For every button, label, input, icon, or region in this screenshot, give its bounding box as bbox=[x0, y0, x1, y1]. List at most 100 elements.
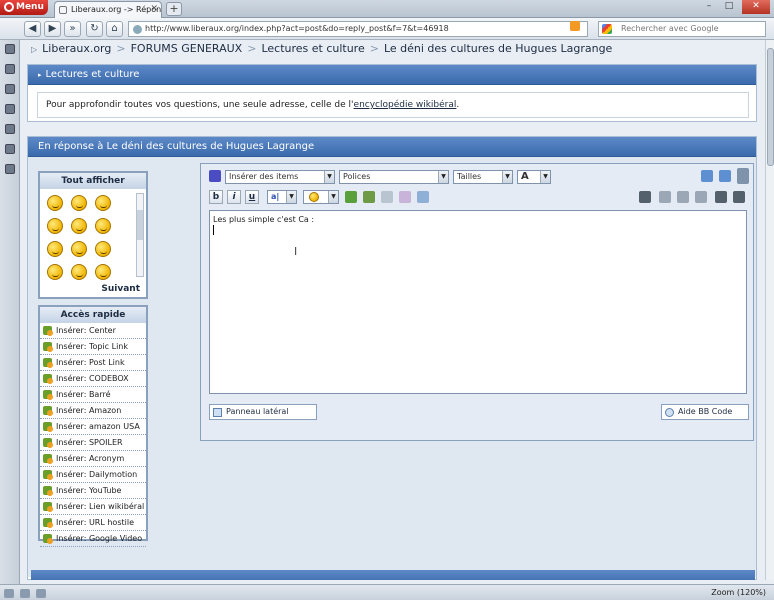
side-panel-button[interactable]: Panneau latéral bbox=[209, 404, 317, 420]
search-input[interactable]: Rechercher avec Google bbox=[598, 21, 766, 37]
unite-status-icon[interactable] bbox=[20, 589, 30, 598]
downloads-icon[interactable] bbox=[5, 124, 15, 134]
smiley-icon[interactable] bbox=[47, 218, 63, 234]
resize-icon[interactable] bbox=[737, 168, 749, 184]
add-panel-icon[interactable] bbox=[5, 164, 15, 174]
emoticon-scrollbar[interactable] bbox=[136, 193, 144, 277]
turbo-icon[interactable] bbox=[36, 589, 46, 598]
insert-tag-icon bbox=[43, 374, 53, 384]
insert-items-select[interactable]: Insérer des items ▼ bbox=[225, 170, 335, 184]
emoticon-grid bbox=[44, 193, 132, 285]
indent-icon[interactable] bbox=[639, 191, 651, 203]
ibeam-cursor-icon: I bbox=[294, 245, 298, 258]
bold-button[interactable]: b bbox=[209, 190, 223, 204]
history-icon[interactable] bbox=[5, 144, 15, 154]
forum-title[interactable]: Lectures et culture bbox=[46, 69, 140, 80]
redo-icon[interactable] bbox=[719, 170, 731, 182]
quick-access-item[interactable]: Insérer: Post Link bbox=[40, 355, 146, 371]
emoticon-select[interactable]: ▼ bbox=[303, 190, 339, 204]
widgets-icon[interactable] bbox=[5, 64, 15, 74]
smiley-icon[interactable] bbox=[47, 264, 63, 280]
quick-access-item[interactable]: Insérer: Google Video bbox=[40, 531, 146, 547]
quick-access-item[interactable]: Insérer: Topic Link bbox=[40, 339, 146, 355]
font-color-select[interactable]: A ▼ bbox=[517, 170, 551, 184]
new-tab-button[interactable]: + bbox=[166, 2, 182, 16]
smiley-icon[interactable] bbox=[71, 241, 87, 257]
insert-tag-icon bbox=[43, 470, 53, 480]
insert-tag-icon bbox=[43, 390, 53, 400]
address-bar[interactable]: http://www.liberaux.org/index.php?act=po… bbox=[128, 21, 588, 37]
quick-access-item[interactable]: Insérer: Center bbox=[40, 323, 146, 339]
smiley-icon[interactable] bbox=[95, 241, 111, 257]
smiley-icon[interactable] bbox=[95, 264, 111, 280]
smiley-icon[interactable] bbox=[95, 218, 111, 234]
breadcrumb-item-home[interactable]: Liberaux.org bbox=[42, 42, 111, 55]
quick-access-item[interactable]: Insérer: Acronym bbox=[40, 451, 146, 467]
reload-button[interactable]: ↻ bbox=[86, 21, 103, 37]
insert-tag-icon bbox=[43, 502, 53, 512]
fonts-select[interactable]: Polices ▼ bbox=[339, 170, 449, 184]
code-icon[interactable] bbox=[417, 191, 429, 203]
bullet-list-icon[interactable] bbox=[733, 191, 745, 203]
insert-tag-icon bbox=[43, 518, 53, 528]
quick-access-item[interactable]: Insérer: Lien wikibéral bbox=[40, 499, 146, 515]
breadcrumb-arrow-icon: ▷ bbox=[31, 45, 38, 54]
quick-access-item[interactable]: Insérer: YouTube bbox=[40, 483, 146, 499]
notes-icon[interactable] bbox=[5, 104, 15, 114]
underline-button[interactable]: u bbox=[245, 190, 259, 204]
page-scrollbar[interactable] bbox=[765, 40, 774, 580]
quick-access-item[interactable]: Insérer: Barré bbox=[40, 387, 146, 403]
bookmarks-icon[interactable] bbox=[5, 44, 15, 54]
speed-dial-icon[interactable] bbox=[4, 589, 14, 598]
quote-icon[interactable] bbox=[399, 191, 411, 203]
arrow-icon: ▸ bbox=[38, 71, 42, 79]
post-textarea[interactable]: Les plus simple c'est Ca : I bbox=[209, 210, 747, 394]
italic-button[interactable]: i bbox=[227, 190, 241, 204]
bbcode-help-button[interactable]: Aide BB Code bbox=[661, 404, 749, 420]
browser-tab[interactable]: Liberaux.org -> Répon... ✕ bbox=[54, 1, 162, 18]
smiley-icon[interactable] bbox=[47, 241, 63, 257]
insert-tag-icon bbox=[43, 358, 53, 368]
back-button[interactable]: ◀ bbox=[24, 21, 41, 37]
quick-access-item[interactable]: Insérer: Dailymotion bbox=[40, 467, 146, 483]
quick-access-item[interactable]: Insérer: URL hostile bbox=[40, 515, 146, 531]
unite-icon[interactable] bbox=[5, 84, 15, 94]
show-all-emoticons-link[interactable]: Tout afficher bbox=[40, 173, 146, 189]
opera-menu-button[interactable]: Menu bbox=[0, 0, 48, 15]
fast-forward-button[interactable]: » bbox=[64, 21, 81, 37]
close-window-button[interactable]: ✕ bbox=[742, 0, 770, 14]
special-chars-icon[interactable] bbox=[209, 170, 221, 182]
rss-icon[interactable] bbox=[570, 21, 580, 31]
text-color-select[interactable]: a| ▼ bbox=[267, 190, 297, 204]
quick-access-item[interactable]: Insérer: SPOILER bbox=[40, 435, 146, 451]
zoom-control[interactable]: Zoom (120%) bbox=[711, 585, 766, 600]
maximize-button[interactable]: □ bbox=[720, 0, 738, 14]
smiley-icon[interactable] bbox=[47, 195, 63, 211]
forward-button[interactable]: ▶ bbox=[44, 21, 61, 37]
home-button[interactable]: ⌂ bbox=[106, 21, 123, 37]
align-right-icon[interactable] bbox=[695, 191, 707, 203]
breadcrumb-item-forums[interactable]: FORUMS GENERAUX bbox=[131, 42, 243, 55]
quick-access-item[interactable]: Insérer: CODEBOX bbox=[40, 371, 146, 387]
insert-email-icon[interactable] bbox=[381, 191, 393, 203]
breadcrumb-item-topic[interactable]: Le déni des cultures de Hugues Lagrange bbox=[384, 42, 612, 55]
wikiberal-link[interactable]: encyclopédie wikibéral bbox=[354, 100, 457, 110]
scrollbar-thumb[interactable] bbox=[767, 48, 774, 166]
smiley-icon[interactable] bbox=[71, 264, 87, 280]
emoticons-next-link[interactable]: Suivant bbox=[101, 284, 140, 294]
numbered-list-icon[interactable] bbox=[715, 191, 727, 203]
insert-image-icon[interactable] bbox=[363, 191, 375, 203]
breadcrumb-item-category[interactable]: Lectures et culture bbox=[261, 42, 364, 55]
align-center-icon[interactable] bbox=[677, 191, 689, 203]
smiley-icon[interactable] bbox=[95, 195, 111, 211]
sizes-select[interactable]: Tailles ▼ bbox=[453, 170, 513, 184]
insert-link-icon[interactable] bbox=[345, 191, 357, 203]
undo-icon[interactable] bbox=[701, 170, 713, 182]
close-tab-icon[interactable]: ✕ bbox=[150, 2, 158, 17]
smiley-icon[interactable] bbox=[71, 218, 87, 234]
minimize-button[interactable]: – bbox=[700, 0, 718, 14]
quick-access-item[interactable]: Insérer: Amazon bbox=[40, 403, 146, 419]
align-left-icon[interactable] bbox=[659, 191, 671, 203]
quick-access-item[interactable]: Insérer: amazon USA bbox=[40, 419, 146, 435]
smiley-icon[interactable] bbox=[71, 195, 87, 211]
